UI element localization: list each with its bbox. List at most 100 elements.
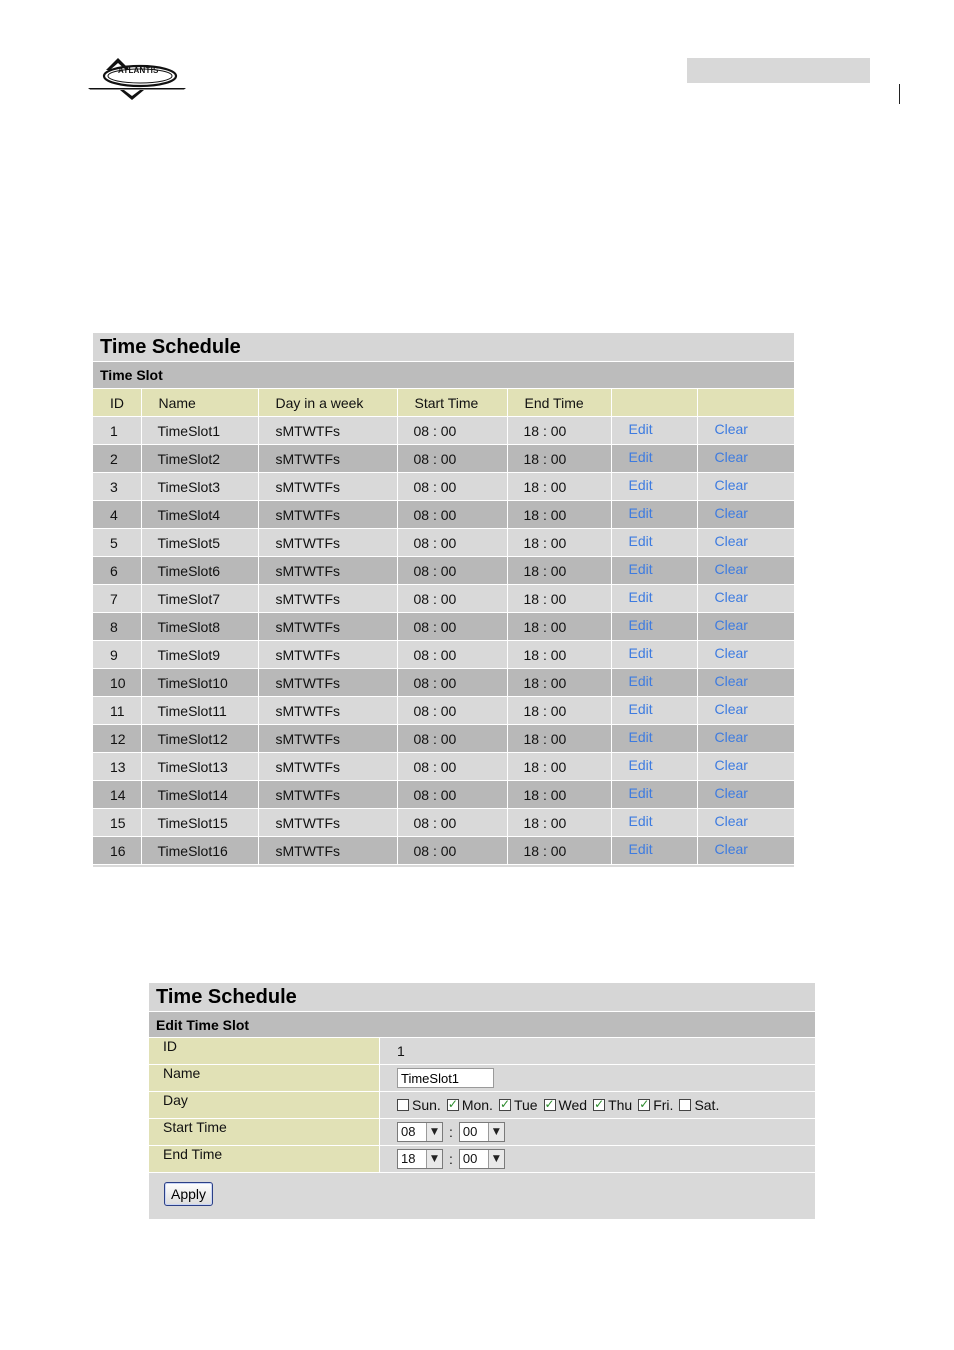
slot-end-time: 18 : 00 — [523, 590, 567, 607]
edit-link[interactable]: Edit — [629, 729, 653, 745]
day-row: Day Sun. Mon. Tue Wed Thu Fri. Sat. — [149, 1092, 815, 1119]
table-row: 11 TimeSlot11 sMTWTFs 08 : 00 18 : 00 Edit Cle… — [93, 696, 795, 725]
slot-days: sMTWTFs — [275, 562, 341, 579]
day-checkbox[interactable] — [593, 1097, 606, 1111]
day-checkbox[interactable] — [397, 1099, 409, 1111]
chevron-down-icon[interactable]: ▼ — [426, 1123, 442, 1141]
clear-link[interactable]: Clear — [715, 785, 748, 801]
clear-link[interactable]: Clear — [715, 673, 748, 689]
clear-link[interactable]: Clear — [715, 561, 748, 577]
edit-link[interactable]: Edit — [629, 617, 653, 633]
clear-link[interactable]: Clear — [715, 701, 748, 717]
edit-link-cell: Edit — [611, 752, 698, 781]
day-checkbox[interactable] — [543, 1097, 556, 1111]
chevron-down-icon[interactable]: ▼ — [487, 1123, 504, 1141]
slot-name-cell: TimeSlot8 — [141, 612, 259, 641]
day-option[interactable]: Thu — [593, 1097, 632, 1113]
edit-link[interactable]: Edit — [629, 561, 653, 577]
column-header-clear — [697, 389, 795, 417]
panel-title: Time Schedule — [149, 983, 815, 1012]
clear-link-cell: Clear — [697, 444, 795, 473]
edit-link[interactable]: Edit — [629, 589, 653, 605]
end-hour-value: 18 — [401, 1151, 416, 1166]
edit-link[interactable]: Edit — [629, 477, 653, 493]
clear-link[interactable]: Clear — [715, 589, 748, 605]
day-checkbox-label: Fri. — [653, 1097, 674, 1113]
slot-start-time-cell: 08 : 00 — [397, 808, 508, 837]
edit-link[interactable]: Edit — [629, 673, 653, 689]
slot-name-cell: TimeSlot1 — [141, 416, 259, 445]
slot-id-cell: 11 — [93, 696, 142, 725]
slot-name: TimeSlot10 — [157, 674, 228, 691]
clear-link[interactable]: Clear — [715, 477, 748, 493]
edit-link[interactable]: Edit — [629, 533, 653, 549]
day-checkbox[interactable] — [638, 1097, 651, 1111]
name-label: Name — [149, 1065, 380, 1091]
clear-link[interactable]: Clear — [715, 449, 748, 465]
apply-button[interactable]: Apply — [164, 1182, 214, 1206]
end-minute-select[interactable]: 00 ▼ — [458, 1149, 505, 1169]
table-row: 15 TimeSlot15 sMTWTFs 08 : 00 18 : 00 Edit Cle… — [93, 808, 795, 837]
slot-days-cell: sMTWTFs — [258, 612, 398, 641]
clear-link[interactable]: Clear — [715, 533, 748, 549]
start-hour-select[interactable]: 08 ▼ — [397, 1122, 443, 1142]
slot-end-time: 18 : 00 — [523, 618, 567, 635]
slot-start-time-cell: 08 : 00 — [397, 724, 508, 753]
slot-start-time-cell: 08 : 00 — [397, 640, 508, 669]
clear-link[interactable]: Clear — [715, 505, 748, 521]
table-row: 1 TimeSlot1 sMTWTFs 08 : 00 18 : 00 Edit Clear — [93, 416, 795, 445]
day-checkbox[interactable] — [679, 1099, 692, 1111]
edit-link[interactable]: Edit — [629, 813, 653, 829]
slot-name: TimeSlot1 — [157, 422, 221, 439]
table-row: 14 TimeSlot14 sMTWTFs 08 : 00 18 : 00 Edit Cle… — [93, 780, 795, 809]
edit-link-cell: Edit — [611, 416, 698, 445]
clear-link[interactable]: Clear — [715, 757, 748, 773]
edit-link[interactable]: Edit — [629, 505, 653, 521]
slot-start-time: 08 : 00 — [413, 674, 457, 691]
clear-link[interactable]: Clear — [715, 617, 748, 633]
day-checkbox[interactable] — [446, 1097, 459, 1111]
clear-link[interactable]: Clear — [715, 645, 748, 661]
day-option[interactable]: Mon. — [446, 1097, 493, 1113]
edit-link-cell: Edit — [611, 612, 698, 641]
edit-link[interactable]: Edit — [629, 421, 653, 437]
slot-end-time: 18 : 00 — [523, 450, 567, 467]
name-input[interactable] — [397, 1068, 494, 1088]
slot-name-cell: TimeSlot6 — [141, 556, 259, 585]
edit-link[interactable]: Edit — [629, 785, 653, 801]
edit-link-cell: Edit — [611, 640, 698, 669]
slot-name: TimeSlot7 — [157, 590, 221, 607]
day-option[interactable]: Tue — [498, 1097, 538, 1113]
chevron-down-icon[interactable]: ▼ — [426, 1150, 442, 1168]
slot-start-time-cell: 08 : 00 — [397, 836, 508, 865]
edit-link-cell: Edit — [611, 556, 698, 585]
clear-link-cell: Clear — [697, 500, 795, 529]
chevron-down-icon[interactable]: ▼ — [487, 1150, 504, 1168]
edit-link[interactable]: Edit — [629, 449, 653, 465]
edit-link[interactable]: Edit — [629, 701, 653, 717]
edit-link[interactable]: Edit — [629, 645, 653, 661]
slot-days: sMTWTFs — [275, 814, 341, 831]
end-hour-select[interactable]: 18 ▼ — [397, 1149, 443, 1169]
start-minute-select[interactable]: 00 ▼ — [458, 1122, 505, 1142]
clear-link[interactable]: Clear — [715, 729, 748, 745]
edit-link[interactable]: Edit — [629, 841, 653, 857]
slot-start-time-cell: 08 : 00 — [397, 584, 508, 613]
slot-name-cell: TimeSlot3 — [141, 472, 259, 501]
clear-link[interactable]: Clear — [715, 813, 748, 829]
slot-end-time: 18 : 00 — [523, 842, 567, 859]
edit-link-cell: Edit — [611, 668, 698, 697]
clear-link[interactable]: Clear — [715, 421, 748, 437]
slot-id: 15 — [110, 814, 126, 831]
day-option[interactable]: Wed — [543, 1097, 587, 1113]
slot-start-time-cell: 08 : 00 — [397, 556, 508, 585]
day-option[interactable]: Fri. — [638, 1097, 673, 1113]
day-option[interactable]: Sat. — [679, 1097, 719, 1113]
day-option[interactable]: Sun. — [397, 1097, 441, 1113]
slot-end-time-cell: 18 : 00 — [507, 612, 612, 641]
edit-link[interactable]: Edit — [629, 757, 653, 773]
day-checkbox[interactable] — [498, 1097, 511, 1111]
clear-link-cell: Clear — [697, 472, 795, 501]
slot-end-time-cell: 18 : 00 — [507, 444, 612, 473]
clear-link[interactable]: Clear — [715, 841, 748, 857]
